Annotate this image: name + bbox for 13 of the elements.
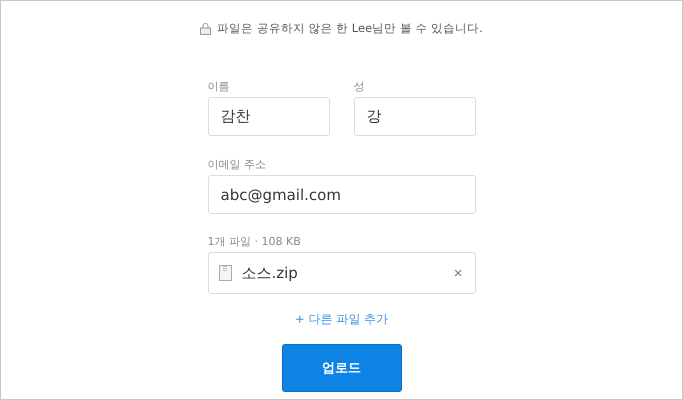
- remove-button[interactable]: ×: [454, 264, 462, 282]
- file-summary: 1개 파일 · 108 KB: [208, 235, 301, 249]
- text-field[interactable]: 감찬: [208, 97, 330, 136]
- field-label: 이름: [208, 80, 230, 94]
- lock-icon: [200, 22, 212, 35]
- file-name: 소스.zip: [242, 264, 299, 282]
- upload-button[interactable]: 업로드: [282, 344, 402, 392]
- privacy-notice: 파일은 공유하지 않은 한 Lee님만 볼 수 있습니다.: [217, 21, 483, 36]
- zip-file-icon: [218, 265, 232, 281]
- text-field[interactable]: abc@gmail.com: [208, 175, 476, 214]
- field-label: 성: [354, 80, 364, 94]
- text-field[interactable]: 강: [354, 97, 476, 136]
- field-label: 이메일 주소: [208, 158, 266, 172]
